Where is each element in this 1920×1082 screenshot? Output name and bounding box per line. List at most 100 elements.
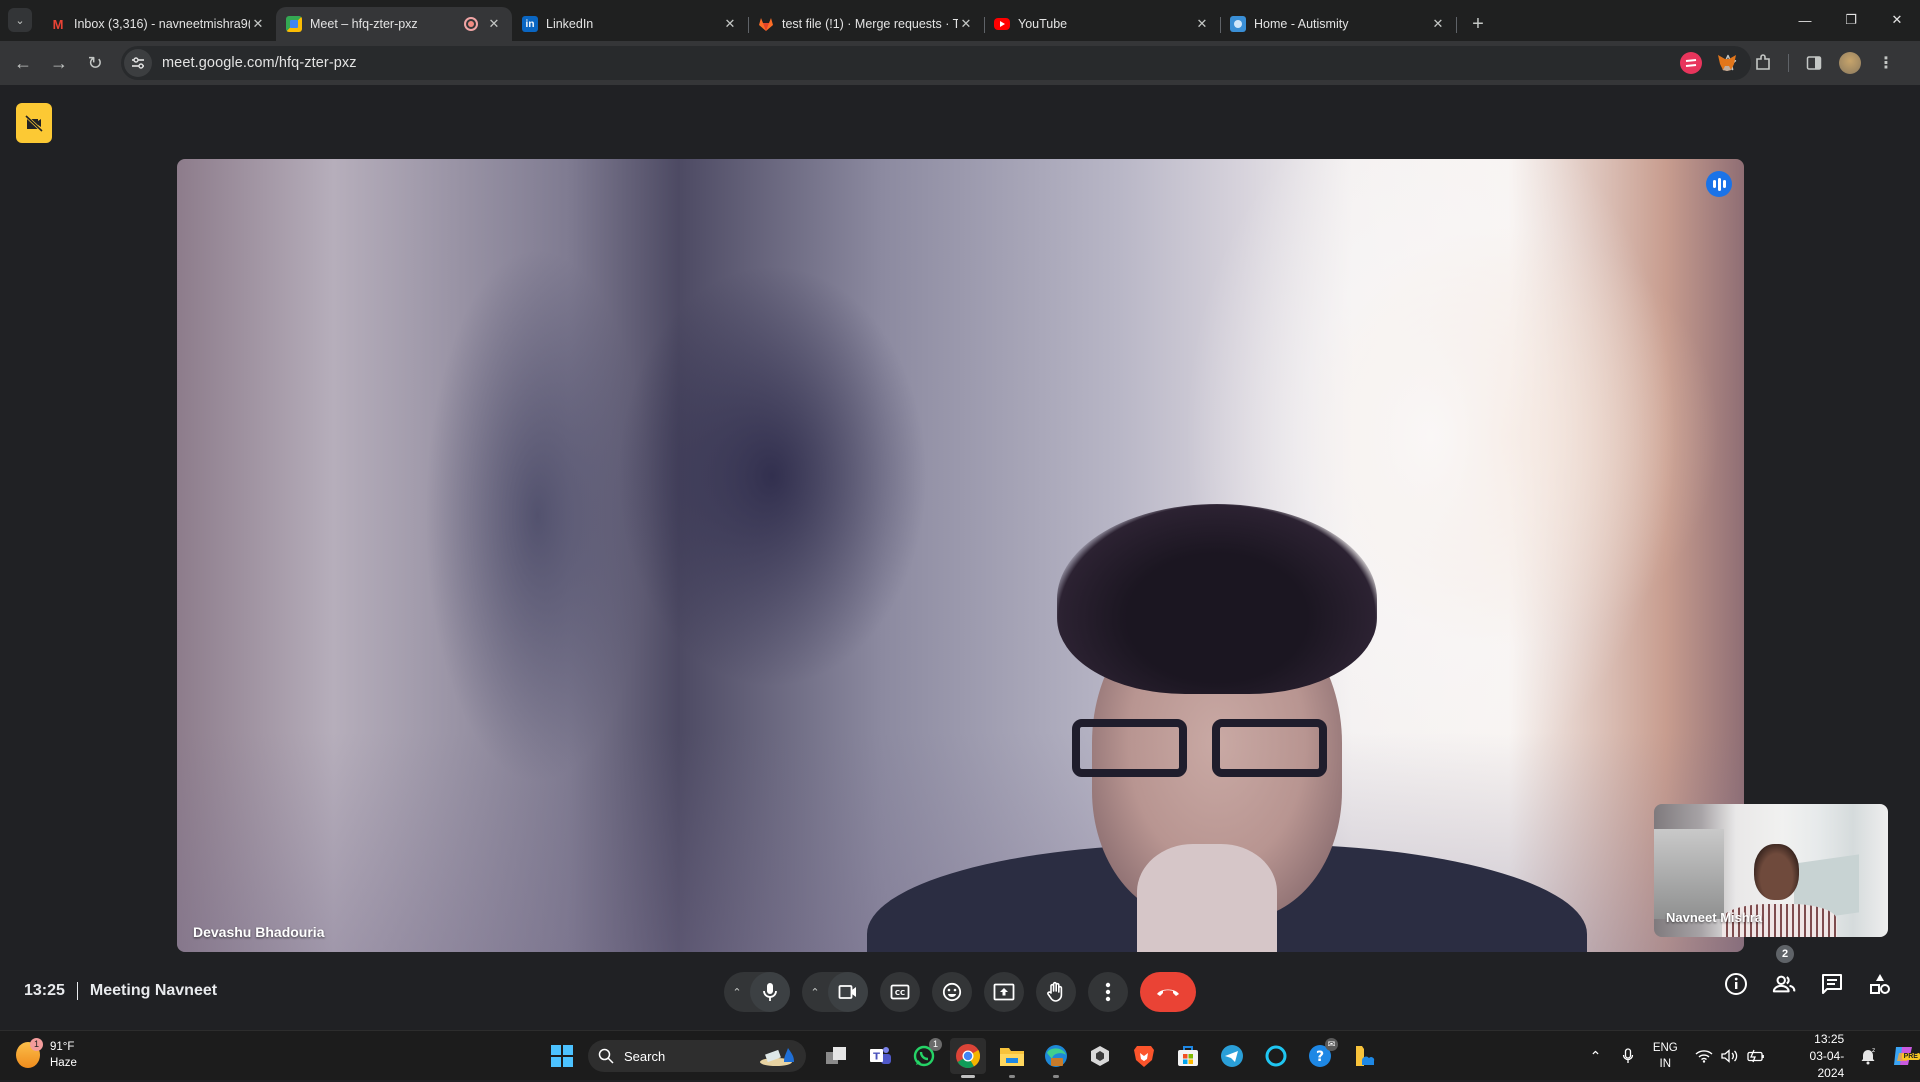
onedrive-folder-app[interactable] [1346,1038,1382,1074]
task-view-button[interactable] [818,1038,854,1074]
tab-autismity[interactable]: Home - Autismity ✕ [1220,7,1457,41]
tab-meet[interactable]: Meet – hfq-zter-pxz ✕ [276,7,512,41]
address-bar[interactable]: meet.google.com/hfq-zter-pxz [121,46,1751,80]
chrome-app[interactable] [950,1038,986,1078]
side-panel-icon[interactable] [1803,52,1825,74]
notifications-button[interactable]: z [1850,1047,1885,1065]
hand-icon [1047,981,1063,1002]
microphone-icon [763,983,777,1001]
tab-gitlab[interactable]: test file (!1) · Merge requests · T ✕ [748,7,985,41]
youtube-icon [994,18,1010,30]
tab-title: Home - Autismity [1254,17,1349,31]
language-code: ENG [1652,1042,1678,1054]
metamask-fox-icon[interactable] [1716,52,1738,74]
search-icon [598,1048,614,1064]
close-icon[interactable]: ✕ [1194,16,1210,32]
extension-red-icon[interactable] [1680,52,1702,74]
more-options-icon[interactable]: ⋮ [1875,52,1897,74]
teams-app[interactable]: T [862,1038,898,1074]
profile-avatar[interactable] [1839,52,1861,74]
leave-call-button[interactable] [1140,972,1196,1012]
close-icon[interactable]: ✕ [1430,16,1446,32]
close-icon[interactable]: ✕ [958,16,974,32]
more-options-button[interactable] [1088,972,1128,1012]
linkedin-icon: in [522,16,538,32]
chevron-down-icon: ⌄ [15,14,25,27]
quick-settings[interactable] [1695,1049,1765,1063]
tabs: M Inbox (3,316) - navneetmishra9( ✕ Meet… [40,0,1492,41]
help-app[interactable]: ? ✉ [1302,1038,1338,1074]
url-text[interactable]: meet.google.com/hfq-zter-pxz [162,55,357,71]
video-off-icon [24,114,44,133]
forward-button[interactable]: → [42,46,76,80]
close-icon[interactable]: ✕ [722,16,738,32]
unity-app[interactable] [1082,1038,1118,1074]
restore-button[interactable]: ❐ [1828,0,1874,40]
participant-name: Devashu Bhadouria [193,924,325,940]
raise-hand-button[interactable] [1036,972,1076,1012]
end-call-icon [1157,989,1179,996]
tab-title: test file (!1) · Merge requests · T [782,17,958,31]
audio-options-button[interactable]: ⌃ [724,972,750,1012]
main-video-tile[interactable]: Devashu Bhadouria [177,159,1744,952]
reload-button[interactable]: ↻ [78,46,112,80]
activities-button[interactable] [1868,972,1892,996]
teams-icon: T [870,1047,891,1064]
whatsapp-app[interactable]: 1 [906,1038,942,1074]
close-icon[interactable]: ✕ [250,16,266,32]
tab-gmail[interactable]: M Inbox (3,316) - navneetmishra9( ✕ [40,7,277,41]
meeting-info: 13:25 Meeting Navneet [24,982,217,1000]
meeting-details-button[interactable] [1724,972,1748,996]
tab-strip: ⌄ M Inbox (3,316) - navneetmishra9( ✕ Me… [0,0,1920,41]
site-info-button[interactable] [124,49,152,77]
close-icon[interactable]: ✕ [486,16,502,32]
meeting-name: Meeting Navneet [89,982,218,999]
autismity-icon [1230,16,1246,32]
show-hidden-icons-button[interactable]: ⌃ [1580,1048,1611,1065]
microphone-in-use-icon[interactable] [1611,1048,1646,1064]
tab-youtube[interactable]: YouTube ✕ [984,7,1221,41]
microsoft-store-app[interactable] [1170,1038,1206,1074]
back-button[interactable]: ← [6,46,40,80]
minimize-button[interactable]: — [1782,0,1828,40]
video-options-button[interactable]: ⌃ [802,972,828,1012]
clock-time: 13:25 [1814,1031,1845,1046]
extensions-puzzle-icon[interactable] [1752,52,1774,74]
brave-app[interactable] [1126,1038,1162,1074]
self-view-tile[interactable]: Navneet Mishra [1654,804,1888,937]
edge-app[interactable] [1038,1038,1074,1078]
clock-date: 03-04-2024 [1809,1048,1845,1080]
tab-linkedin[interactable]: in LinkedIn ✕ [512,7,749,41]
taskbar-apps: T 1 ? ✉ [818,1038,1382,1078]
running-indicator [1009,1075,1015,1078]
new-tab-button[interactable]: + [1464,10,1492,38]
microphone-button[interactable] [750,972,790,1012]
start-button[interactable] [551,1045,573,1067]
emoji-icon [942,982,962,1002]
tab-search-button[interactable]: ⌄ [8,8,32,32]
present-screen-button[interactable] [984,972,1024,1012]
captions-button[interactable]: CC [880,972,920,1012]
camera-button[interactable] [828,972,868,1012]
alexa-app[interactable] [1258,1038,1294,1074]
input-language[interactable]: ENG IN [1646,1040,1685,1072]
reload-icon: ↻ [87,52,103,73]
gmail-icon: M [52,16,64,32]
people-button[interactable]: 2 [1772,945,1796,996]
copilot-button[interactable]: PRE [1885,1044,1920,1068]
camera-off-badge[interactable] [16,103,52,143]
clock[interactable]: 13:25 03-04-2024 [1785,1031,1845,1082]
window-controls: — ❐ ✕ [1782,0,1920,40]
weather-widget[interactable]: 1 91°F Haze [16,1038,77,1071]
window-close-button[interactable]: ✕ [1874,0,1920,40]
telegram-icon [1221,1045,1243,1067]
file-explorer-app[interactable] [994,1038,1030,1078]
svg-text:?: ? [1316,1049,1324,1065]
region-code: IN [1659,1058,1672,1070]
taskbar-search[interactable]: Search [588,1040,806,1072]
svg-text:CC: CC [895,989,905,997]
shapes-icon [1870,974,1890,994]
reactions-button[interactable] [932,972,972,1012]
chat-button[interactable] [1820,972,1844,996]
telegram-app[interactable] [1214,1038,1250,1074]
